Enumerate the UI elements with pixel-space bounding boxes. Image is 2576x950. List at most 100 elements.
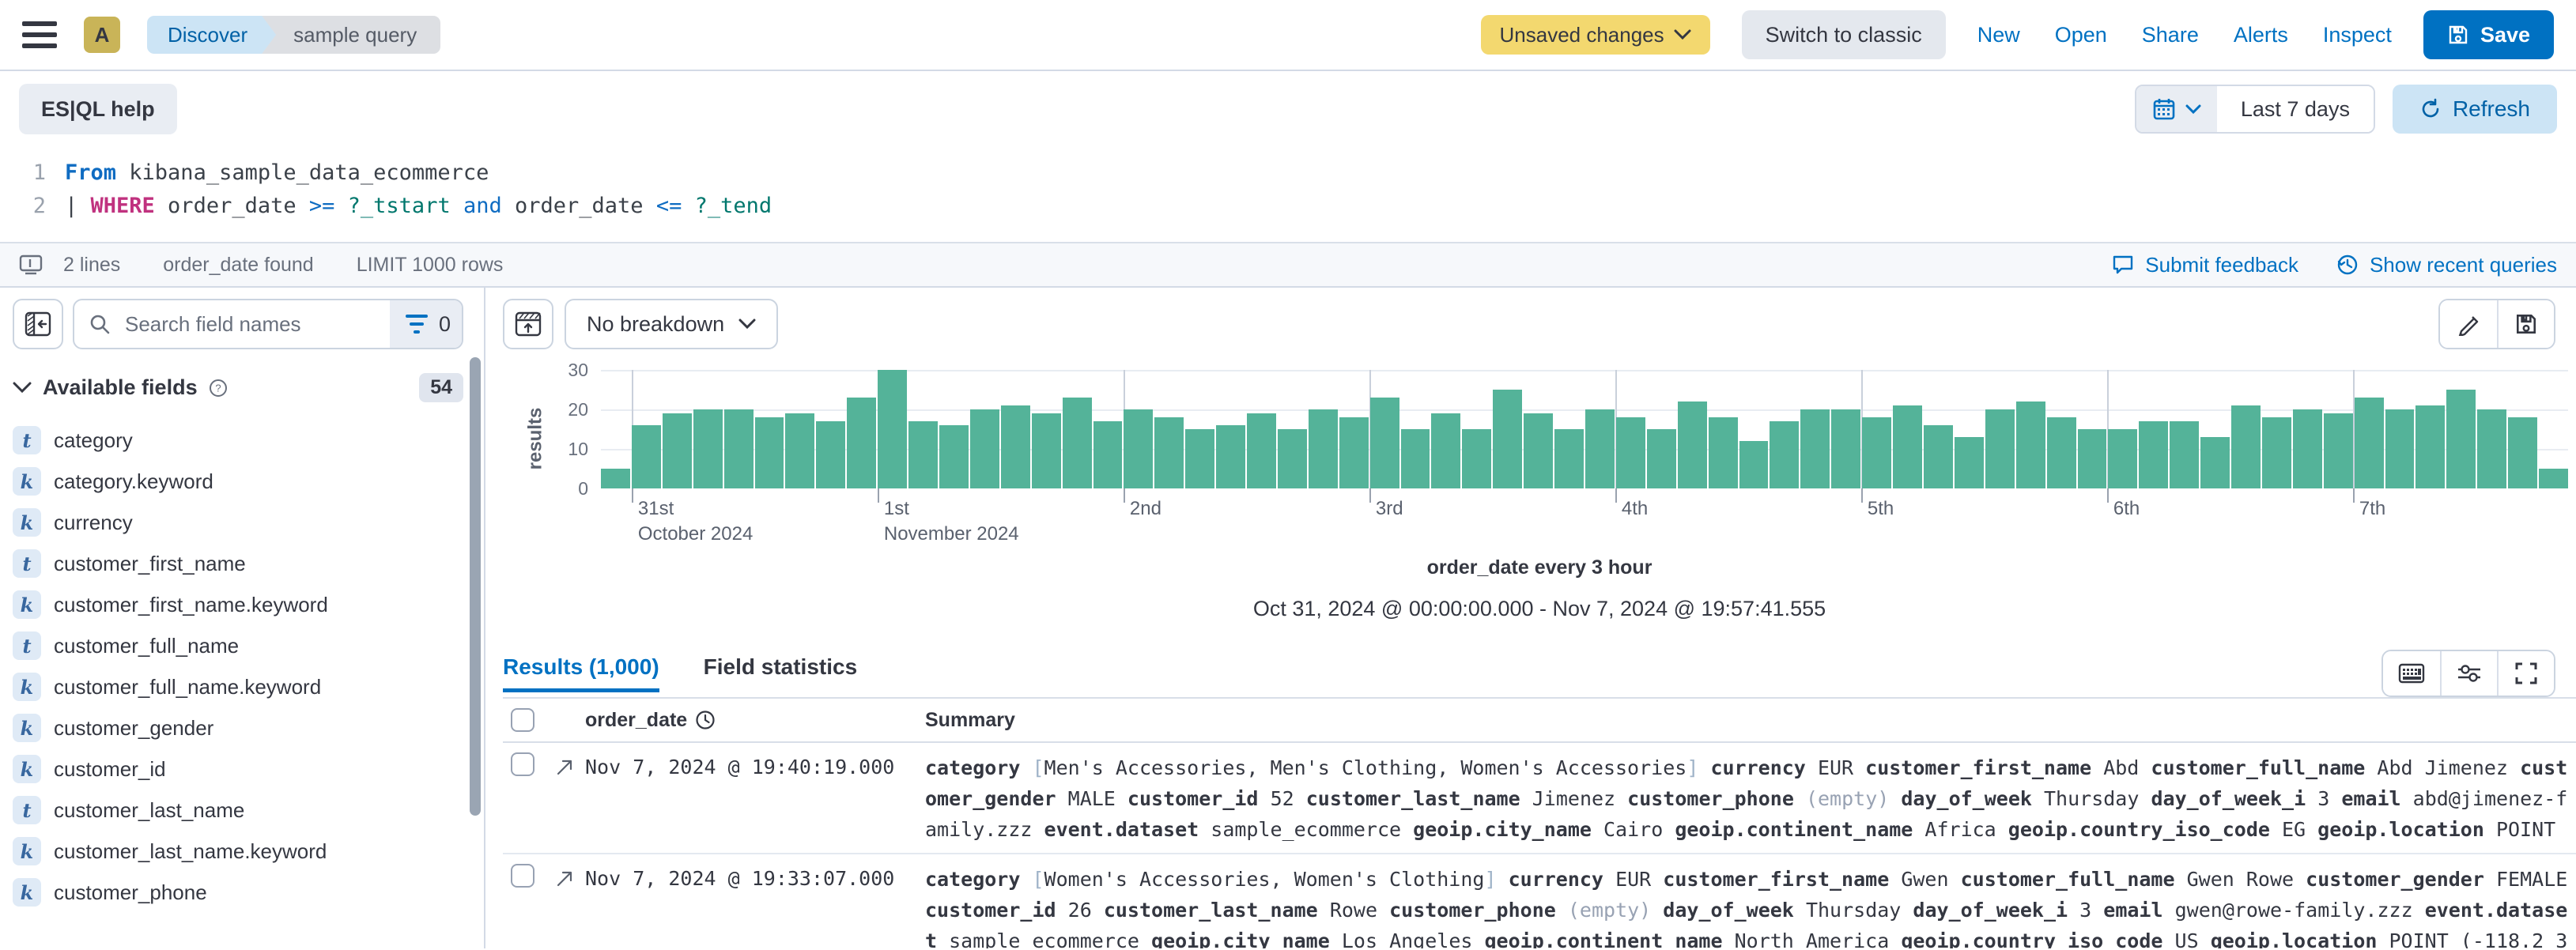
editor-footer: 2 lines order_date found LIMIT 1000 rows…	[0, 242, 2576, 288]
refresh-button[interactable]: Refresh	[2393, 85, 2557, 134]
save-button[interactable]: Save	[2423, 10, 2554, 59]
menu-icon[interactable]	[22, 17, 57, 52]
field-item-currency[interactable]: k currency	[13, 502, 463, 543]
line-number: 1	[0, 156, 46, 190]
column-header-order-date[interactable]: order_date	[585, 709, 925, 732]
editor-line[interactable]: 2| WHERE order_date >= ?_tstart and orde…	[0, 190, 2576, 223]
field-item-customer_gender[interactable]: k customer_gender	[13, 707, 463, 748]
chart-plot-area[interactable]	[601, 370, 2568, 488]
field-name: customer_id	[54, 757, 166, 782]
breakdown-select[interactable]: No breakdown	[565, 299, 778, 349]
field-item-customer_first_name.keyword[interactable]: k customer_first_name.keyword	[13, 584, 463, 625]
field-filters-button[interactable]: 0	[390, 300, 463, 348]
breadcrumb-discover[interactable]: Discover	[147, 16, 276, 54]
editor-line[interactable]: 1From kibana_sample_data_ecommerce	[0, 156, 2576, 190]
edit-visualization-button[interactable]	[2440, 300, 2497, 348]
expand-row-button[interactable]	[544, 864, 585, 948]
chevron-down-icon	[1674, 29, 1691, 40]
field-name: customer_full_name	[54, 634, 239, 658]
collapse-sidebar-button[interactable]	[13, 299, 63, 349]
hide-chart-button[interactable]	[503, 299, 553, 349]
top-header: A Discover sample query Unsaved changes …	[0, 0, 2576, 71]
space-avatar[interactable]: A	[84, 17, 120, 53]
filter-icon	[406, 315, 428, 334]
field-name: customer_first_name.keyword	[54, 593, 328, 617]
field-item-customer_full_name[interactable]: t customer_full_name	[13, 625, 463, 666]
field-item-customer_full_name.keyword[interactable]: k customer_full_name.keyword	[13, 666, 463, 707]
save-label: Save	[2480, 23, 2530, 47]
field-item-category.keyword[interactable]: k category.keyword	[13, 461, 463, 502]
sidebar-scrollbar[interactable]	[470, 357, 481, 816]
field-name: customer_last_name.keyword	[54, 839, 327, 864]
nav-link-open[interactable]: Open	[2055, 23, 2107, 47]
editor-lines-count: 2 lines	[63, 254, 120, 277]
svg-text:?: ?	[215, 382, 221, 394]
save-visualization-button[interactable]	[2497, 300, 2554, 348]
keyboard-shortcuts-button[interactable]	[2383, 651, 2440, 696]
field-type-badge: k	[13, 508, 41, 537]
field-item-customer_phone[interactable]: k customer_phone	[13, 872, 463, 913]
tab-field-statistics[interactable]: Field statistics	[704, 654, 858, 692]
available-fields-count: 54	[419, 373, 463, 402]
field-type-badge: k	[13, 755, 41, 783]
esql-help-button[interactable]: ES|QL help	[19, 84, 177, 134]
feedback-icon	[2112, 254, 2134, 275]
field-type-badge: k	[13, 837, 41, 865]
field-item-customer_last_name[interactable]: t customer_last_name	[13, 790, 463, 831]
field-name: category.keyword	[54, 469, 213, 494]
field-type-badge: t	[13, 796, 41, 824]
field-item-customer_id[interactable]: k customer_id	[13, 748, 463, 790]
search-field-names-input[interactable]	[119, 300, 390, 348]
field-item-customer_first_name[interactable]: t customer_first_name	[13, 543, 463, 584]
date-picker: Last 7 days	[2135, 85, 2375, 134]
results-table: order_date Summary Nov 7, 2024 @ 19:40:1…	[503, 697, 2576, 948]
unsaved-changes-label: Unsaved changes	[1500, 23, 1664, 47]
nav-link-alerts[interactable]: Alerts	[2234, 23, 2288, 47]
results-tabs: Results (1,000) Field statistics	[503, 650, 2576, 697]
recent-queries-link[interactable]: Show recent queries	[2336, 253, 2557, 277]
select-all-checkbox[interactable]	[511, 708, 534, 732]
available-fields-header[interactable]: Available fields ? 54	[13, 373, 463, 402]
y-axis-ticks: 3020100	[544, 370, 588, 488]
help-icon[interactable]: ?	[209, 379, 228, 398]
search-icon	[89, 313, 111, 335]
breadcrumb-title[interactable]: sample query	[259, 16, 440, 54]
keyboard-icon	[2398, 663, 2425, 684]
nav-link-new[interactable]: New	[1977, 23, 2020, 47]
table-body: Nov 7, 2024 @ 19:40:19.000 category [Men…	[503, 743, 2576, 948]
field-type-badge: k	[13, 467, 41, 496]
time-range-value[interactable]: Last 7 days	[2217, 86, 2374, 132]
switch-to-classic-button[interactable]: Switch to classic	[1742, 10, 1946, 59]
pencil-icon	[2457, 312, 2480, 336]
field-item-customer_last_name.keyword[interactable]: k customer_last_name.keyword	[13, 831, 463, 872]
expand-row-button[interactable]	[544, 752, 585, 845]
field-type-badge: k	[13, 714, 41, 742]
calendar-icon	[2152, 97, 2176, 121]
refresh-icon	[2419, 98, 2442, 120]
column-header-summary: Summary	[925, 709, 2576, 732]
available-fields-label: Available fields	[43, 375, 198, 400]
unsaved-changes-badge[interactable]: Unsaved changes	[1481, 15, 1710, 55]
nav-link-inspect[interactable]: Inspect	[2323, 23, 2392, 47]
display-options-button[interactable]	[2440, 651, 2497, 696]
chevron-down-icon	[13, 382, 32, 394]
fullscreen-button[interactable]	[2497, 651, 2554, 696]
esql-editor[interactable]: 1From kibana_sample_data_ecommerce2| WHE…	[0, 147, 2576, 242]
sliders-icon	[2457, 662, 2482, 685]
field-filter-count: 0	[439, 312, 451, 337]
field-name: customer_last_name	[54, 798, 244, 823]
submit-feedback-link[interactable]: Submit feedback	[2112, 253, 2298, 277]
row-checkbox[interactable]	[511, 752, 534, 776]
refresh-label: Refresh	[2453, 96, 2530, 122]
field-type-badge: k	[13, 878, 41, 907]
table-row: Nov 7, 2024 @ 19:40:19.000 category [Men…	[503, 743, 2576, 854]
field-name: currency	[54, 511, 133, 535]
tab-results[interactable]: Results (1,000)	[503, 654, 659, 692]
field-item-category[interactable]: t category	[13, 420, 463, 461]
date-quick-select-button[interactable]	[2136, 86, 2217, 132]
order-date-cell: Nov 7, 2024 @ 19:33:07.000	[585, 864, 925, 948]
row-checkbox[interactable]	[511, 864, 534, 888]
field-name: customer_full_name.keyword	[54, 675, 321, 699]
nav-link-share[interactable]: Share	[2142, 23, 2199, 47]
field-type-badge: t	[13, 549, 41, 578]
